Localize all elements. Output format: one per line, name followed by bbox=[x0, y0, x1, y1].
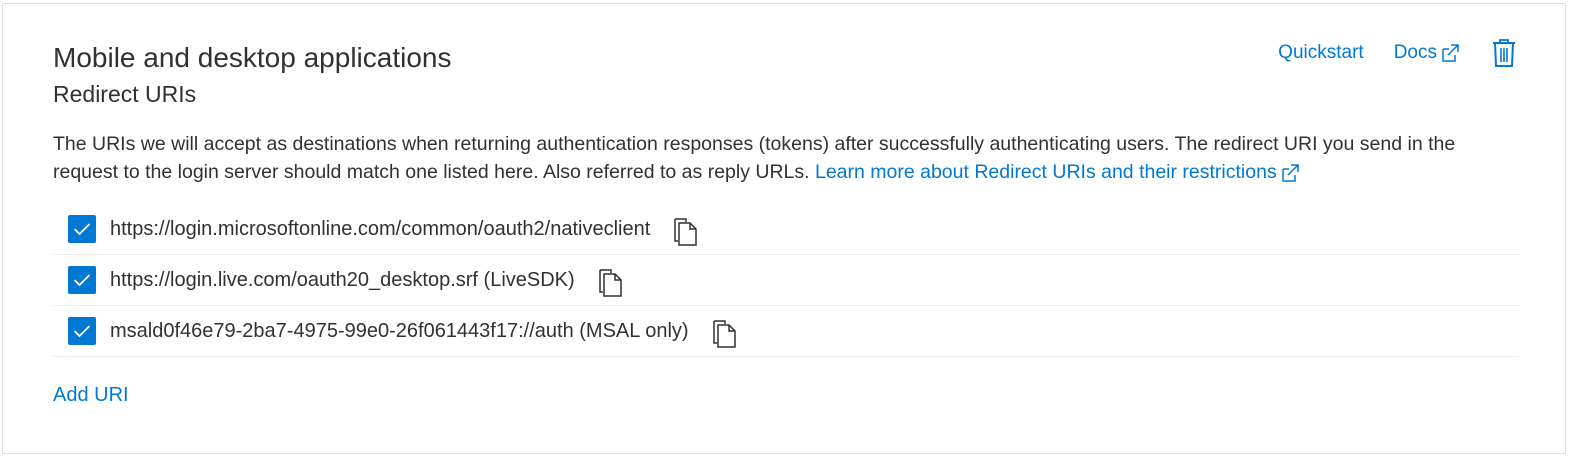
uri-label: https://login.live.com/oauth20_desktop.s… bbox=[110, 268, 575, 291]
checkmark-icon bbox=[73, 223, 91, 236]
section-description: The URIs we will accept as destinations … bbox=[53, 130, 1523, 186]
redirect-uri-list: https://login.microsoftonline.com/common… bbox=[53, 204, 1519, 357]
redirect-uri-row: msald0f46e79-2ba7-4975-99e0-26f061443f17… bbox=[53, 306, 1519, 357]
learn-more-link[interactable]: Learn more about Redirect URIs and their… bbox=[815, 161, 1301, 183]
copy-icon[interactable] bbox=[711, 319, 737, 349]
quickstart-link[interactable]: Quickstart bbox=[1278, 42, 1364, 64]
uri-label: https://login.microsoftonline.com/common… bbox=[110, 217, 651, 240]
external-link-icon bbox=[1281, 164, 1299, 182]
checkmark-icon bbox=[73, 274, 91, 287]
add-uri-link[interactable]: Add URI bbox=[53, 384, 129, 407]
uri-checkbox[interactable] bbox=[68, 317, 96, 345]
copy-icon[interactable] bbox=[597, 268, 623, 298]
docs-link[interactable]: Docs bbox=[1394, 42, 1461, 64]
header-actions: Quickstart Docs bbox=[1278, 38, 1517, 68]
checkmark-icon bbox=[73, 325, 91, 338]
trash-icon[interactable] bbox=[1491, 38, 1517, 68]
uri-checkbox[interactable] bbox=[68, 266, 96, 294]
docs-link-label: Docs bbox=[1393, 42, 1437, 63]
external-link-icon bbox=[1442, 44, 1459, 62]
copy-icon[interactable] bbox=[672, 217, 698, 247]
redirect-uri-row: https://login.microsoftonline.com/common… bbox=[53, 204, 1519, 255]
uri-label: msald0f46e79-2ba7-4975-99e0-26f061443f17… bbox=[110, 319, 689, 342]
redirect-uri-row: https://login.live.com/oauth20_desktop.s… bbox=[53, 255, 1519, 306]
learn-more-label: Learn more about Redirect URIs and their… bbox=[814, 161, 1277, 183]
uri-checkbox[interactable] bbox=[68, 215, 96, 243]
redirect-uris-card: Mobile and desktop applications Redirect… bbox=[2, 3, 1566, 454]
section-title: Mobile and desktop applications bbox=[53, 42, 452, 73]
section-subtitle: Redirect URIs bbox=[53, 81, 197, 107]
